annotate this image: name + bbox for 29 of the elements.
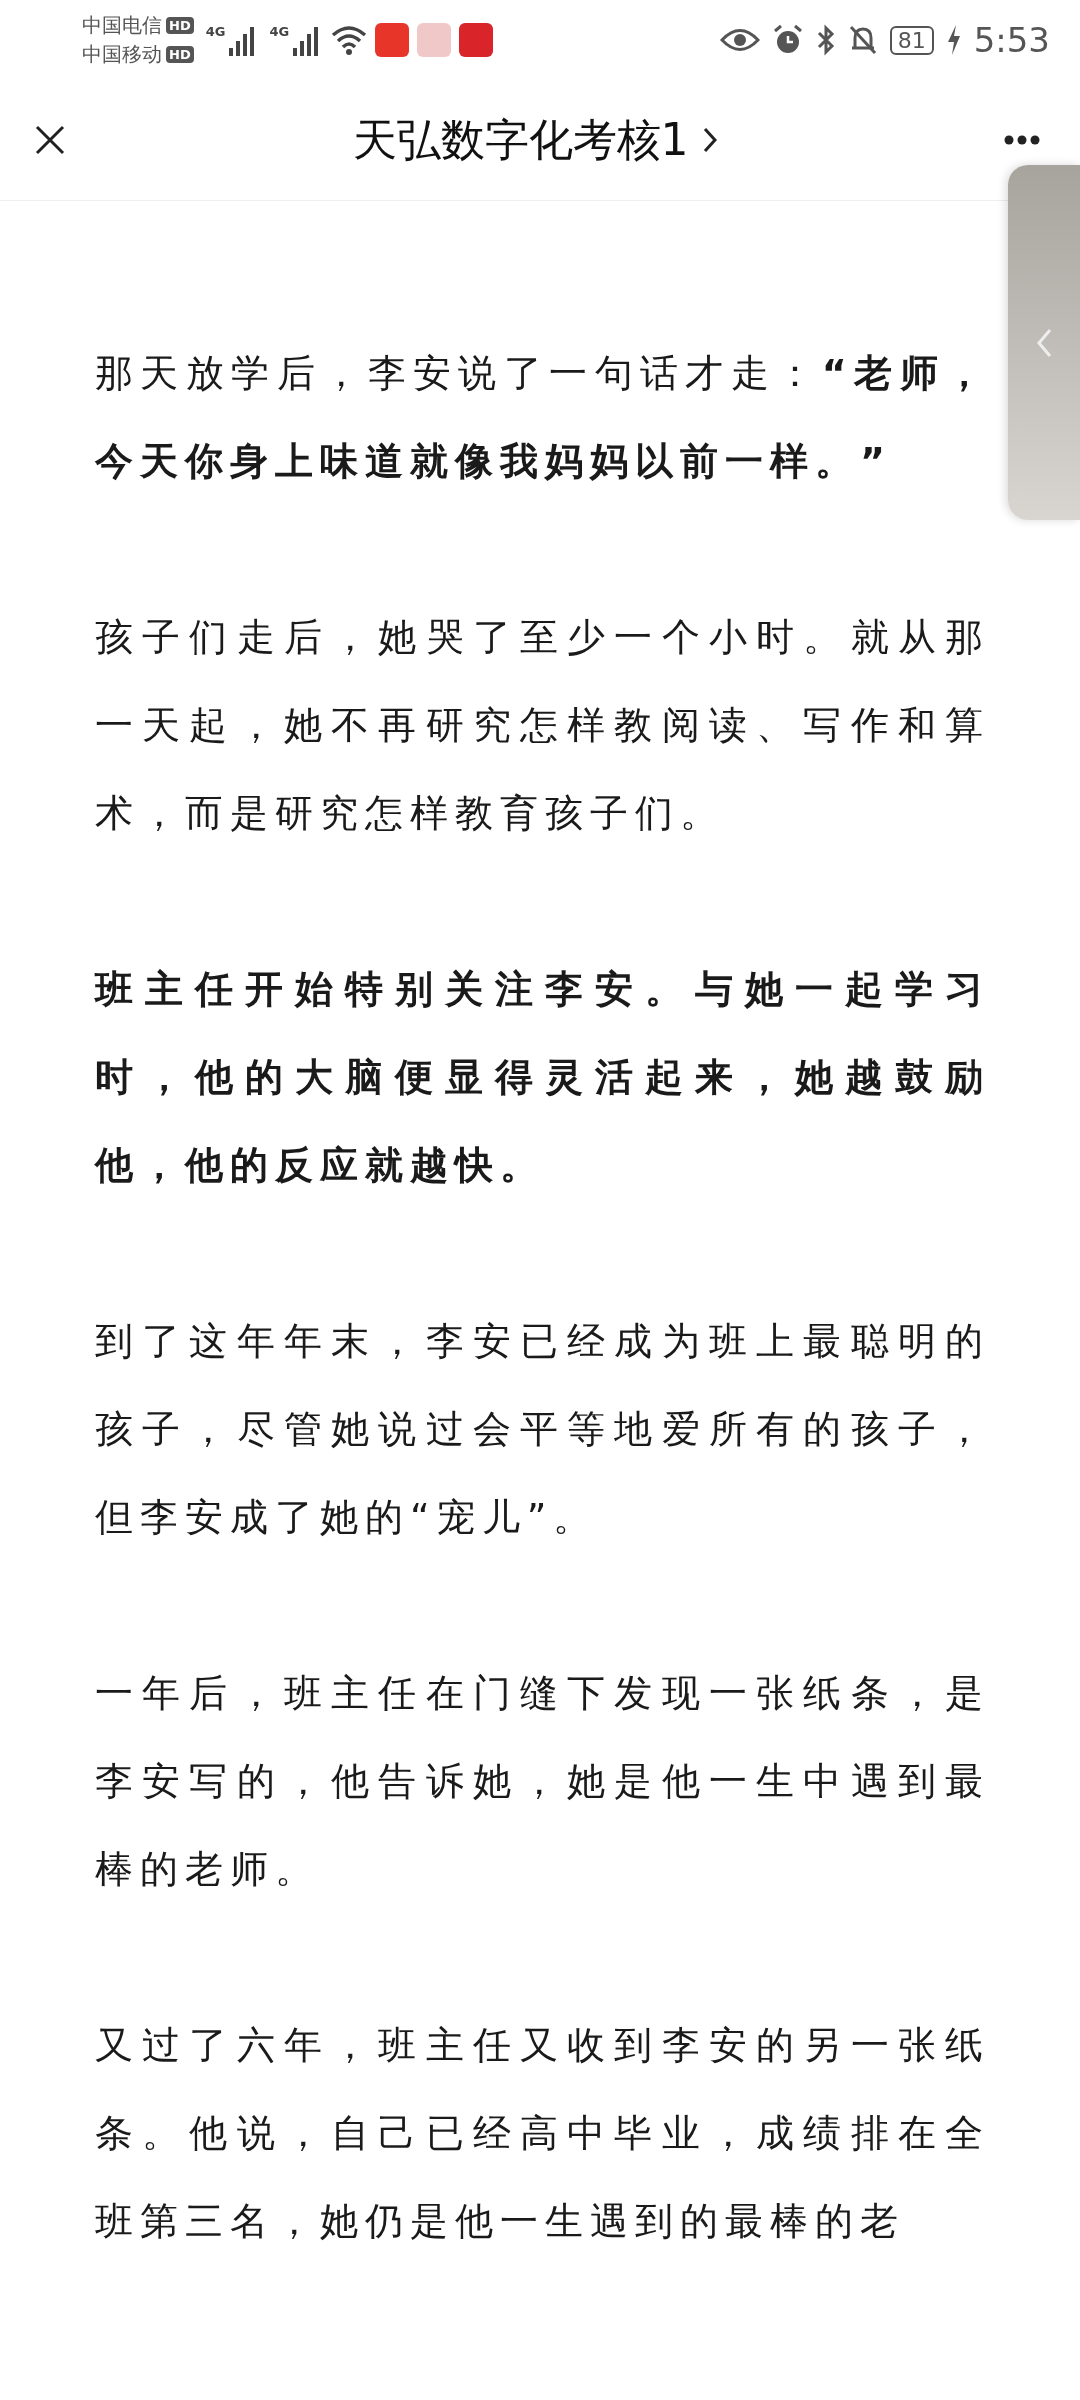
carrier-name: 中国移动 — [82, 41, 162, 68]
article-paragraph: 孩子们走后，她哭了至少一个小时。就从那一天起，她不再研究怎样教阅读、写作和算术，而是研究怎样教育孩子们。 — [95, 614, 990, 837]
article-paragraph: 班主任开始特别关注李安。与她一起学习时，他的大脑便显得灵活起来，她越鼓励他，他的反应就越快。 — [95, 966, 990, 1189]
app-icon — [459, 23, 494, 57]
article-paragraph: 一年后，班主任在门缝下发现一张纸条，是李安写的，他告诉她，她是他一生中遇到最棒的老师。 — [95, 1670, 990, 1893]
wifi-icon — [331, 25, 368, 55]
chevron-right-icon[interactable] — [702, 127, 717, 153]
carrier-name: 中国电信 — [82, 12, 162, 39]
article-paragraph: 又过了六年，班主任又收到李安的另一张纸条。他说，自己已经高中毕业，成绩排在全班第三名，她仍是他一生遇到的最棒的老 — [95, 2022, 990, 2245]
app-icon — [375, 23, 410, 57]
bluetooth-icon — [815, 24, 836, 56]
charging-icon — [945, 24, 962, 56]
more-icon[interactable] — [1004, 135, 1040, 145]
hd-badge: HD — [166, 17, 194, 34]
battery-level: 81 — [889, 25, 934, 55]
hd-badge: HD — [166, 46, 194, 63]
network-label: 4G — [269, 24, 290, 39]
chevron-left-icon — [1036, 327, 1052, 358]
side-panel-handle[interactable] — [1008, 165, 1080, 520]
close-icon[interactable] — [35, 125, 65, 155]
muted-bell-icon — [847, 24, 878, 56]
app-icon — [417, 23, 452, 57]
article-paragraph: 那天放学后，李安说了一句话才走：“老师，今天你身上味道就像我妈妈以前一样。” — [95, 350, 990, 485]
alarm-icon — [771, 24, 804, 56]
page-title[interactable]: 天弘数字化考核1 — [352, 110, 689, 170]
eye-icon — [719, 27, 760, 53]
network-label: 4G — [205, 24, 226, 39]
article-paragraph: 到了这年年末，李安已经成为班上最聪明的孩子，尽管她说过会平等地爱所有的孩子，但李安成了她的“宠儿”。 — [95, 1318, 990, 1541]
clock-time: 5:53 — [973, 20, 1050, 60]
